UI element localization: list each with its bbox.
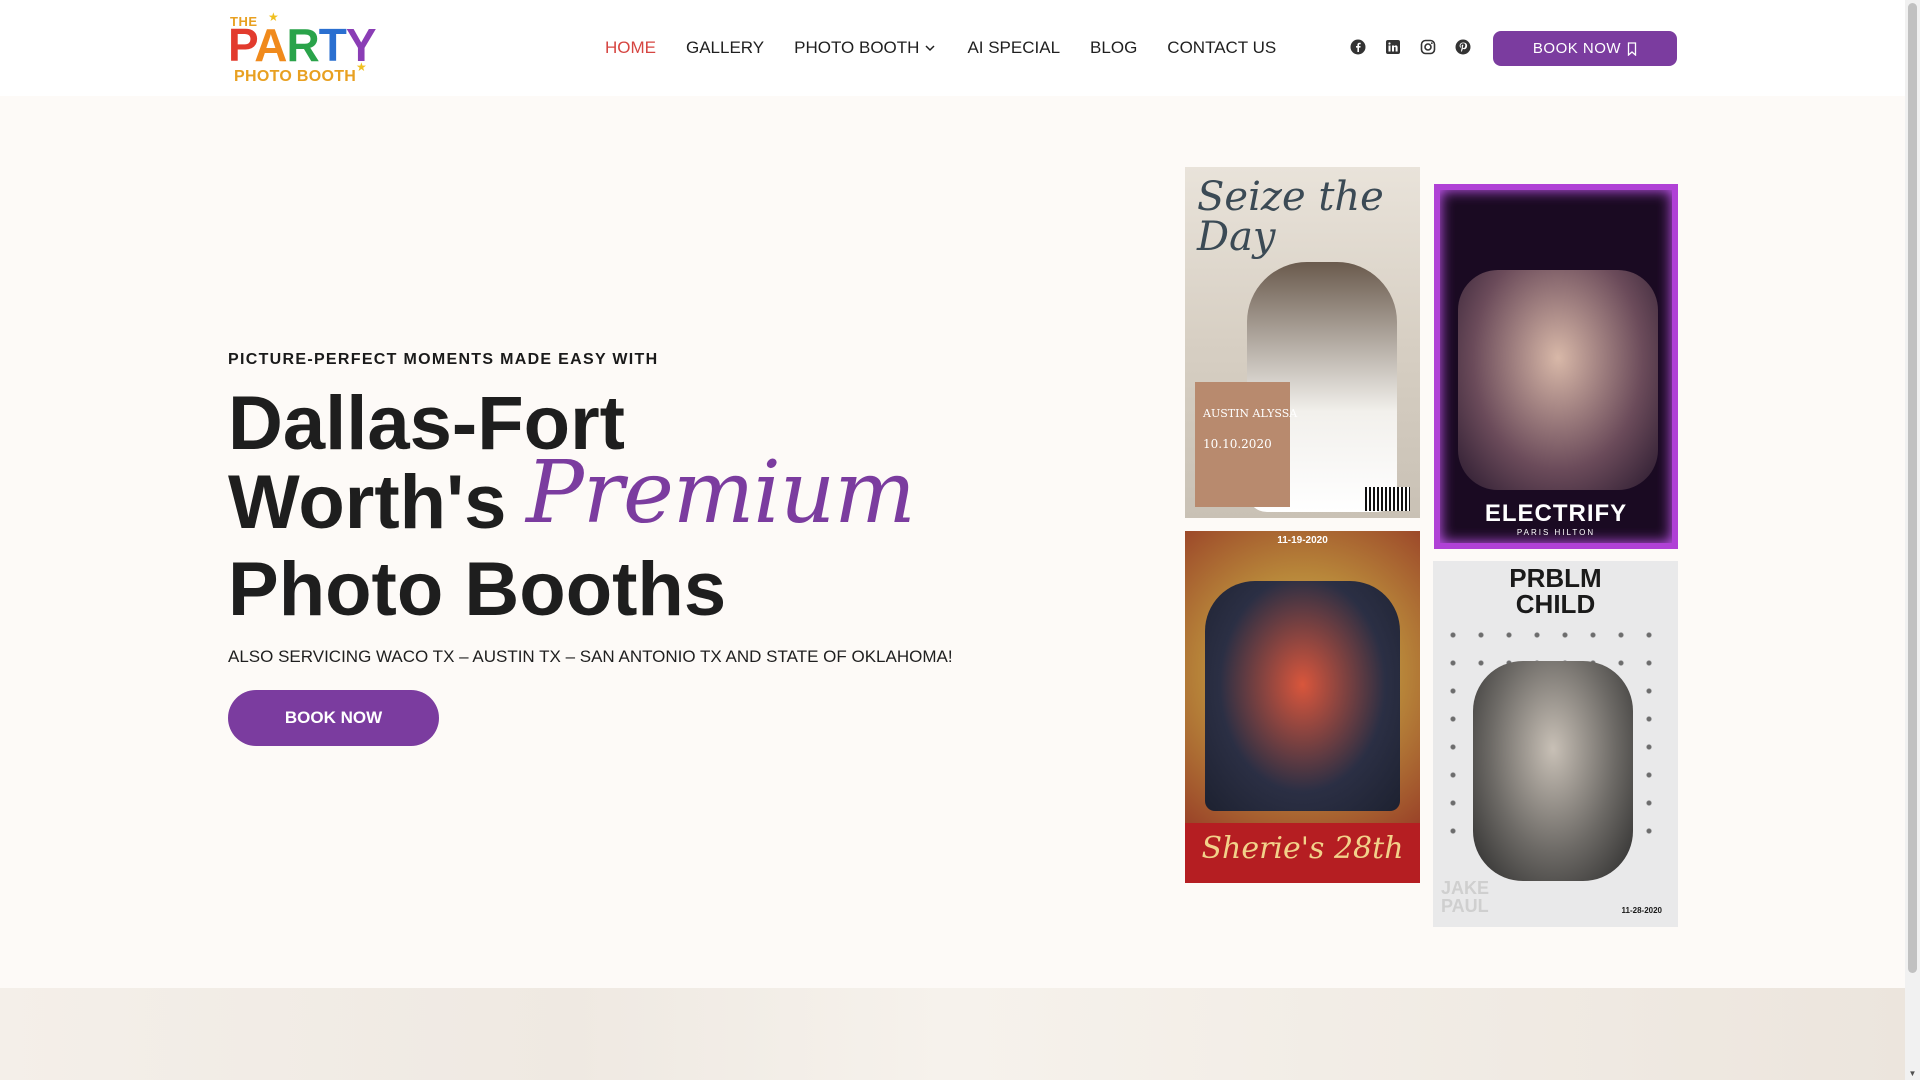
logo-letter: A [254, 19, 287, 71]
photo-date: 11-19-2020 [1277, 535, 1328, 546]
site-header: THE PARTY PHOTO BOOTH ★ ★ HOME GALLERY P… [0, 0, 1905, 96]
photo-brand: PRBLM CHILD [1433, 565, 1678, 617]
photo-brand-line1: PRBLM [1509, 563, 1602, 593]
group-image [1205, 581, 1400, 811]
linkedin-icon[interactable] [1385, 39, 1401, 55]
star-icon: ★ [356, 60, 367, 74]
star-icon: ★ [268, 10, 279, 24]
bookmark-icon [1627, 41, 1637, 56]
hero-subtitle: ALSO SERVICING WACO TX – AUSTIN TX – SAN… [228, 647, 953, 666]
photo-wedding: Seize the Day AUSTIN ALYSSA 10.10.2020 [1185, 167, 1420, 518]
photo-name-line1: JAKE [1441, 878, 1490, 898]
photo-sub: PARIS HILTON [1516, 528, 1596, 537]
photo-brand-line2: CHILD [1515, 589, 1596, 619]
nav-contact-us[interactable]: CONTACT US [1167, 38, 1276, 58]
nav-photo-booth-label: PHOTO BOOTH [794, 38, 920, 57]
group-image [1458, 270, 1658, 490]
hero-eyebrow: PICTURE-PERFECT MOMENTS MADE EASY WITH [228, 351, 659, 368]
next-section-band [0, 988, 1905, 1080]
photo-names: AUSTIN ALYSSA [1203, 407, 1298, 420]
page-scrollbar[interactable]: ▼ [1905, 0, 1920, 1080]
group-image [1473, 661, 1633, 881]
nav-ai-special[interactable]: AI SPECIAL [967, 38, 1060, 58]
pinterest-icon[interactable] [1455, 39, 1471, 55]
hero-book-now-button[interactable]: BOOK NOW [228, 690, 439, 746]
photo-name-line2: PAUL [1441, 896, 1489, 916]
logo-letter: P [228, 19, 255, 71]
photo-date: 10.10.2020 [1203, 437, 1272, 451]
nav-home[interactable]: HOME [605, 38, 656, 58]
logo-letter: R [286, 19, 320, 71]
instagram-icon[interactable] [1420, 39, 1436, 55]
hero-heading-line2: Worth's [228, 460, 507, 545]
logo[interactable]: THE PARTY PHOTO BOOTH ★ ★ [228, 10, 377, 86]
photo-title: Seize the Day [1197, 174, 1384, 260]
photo-caption: Sherie's 28th [1201, 831, 1404, 866]
nav-gallery[interactable]: GALLERY [686, 38, 764, 58]
chevron-down-icon [925, 45, 935, 52]
photo-prblm-child: PRBLM CHILD JAKE PAUL 11-28-2020 [1433, 561, 1678, 927]
nav-blog[interactable]: BLOG [1090, 38, 1137, 58]
hero-script-word: Premium [526, 443, 916, 543]
photo-brand: ELECTRIFY [1484, 500, 1628, 527]
photo-name: JAKE PAUL [1441, 879, 1489, 915]
barcode-graphic [1365, 487, 1410, 511]
logo-photo-booth: PHOTO BOOTH [234, 68, 357, 85]
header-book-now-label: BOOK NOW [1532, 40, 1622, 57]
scrollbar-thumb[interactable] [1908, 3, 1917, 973]
hero-heading-line3: Photo Booths [228, 547, 727, 632]
photo-electrify: ELECTRIFY PARIS HILTON [1434, 184, 1678, 549]
scroll-down-arrow-icon[interactable]: ▼ [1908, 1069, 1917, 1078]
nav-photo-booth[interactable]: PHOTO BOOTH [794, 38, 937, 58]
photo-birthday: 11-19-2020 Sherie's 28th [1185, 531, 1420, 883]
header-book-now-button[interactable]: BOOK NOW [1493, 31, 1677, 66]
main-nav: HOME GALLERY PHOTO BOOTH AI SPECIAL BLOG… [605, 37, 1306, 59]
photo-date: 11-28-2020 [1621, 906, 1662, 915]
logo-letter: T [318, 19, 347, 71]
facebook-icon[interactable] [1350, 39, 1366, 55]
logo-party: PARTY [228, 19, 377, 71]
